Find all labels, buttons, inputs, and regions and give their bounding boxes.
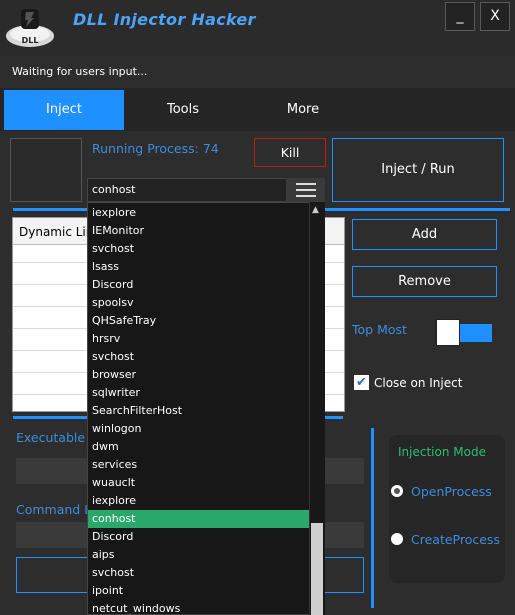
dropdown-item[interactable]: winlogon — [88, 420, 309, 438]
dropdown-item[interactable]: Discord — [88, 276, 309, 294]
dropdown-item[interactable]: dwm — [88, 438, 309, 456]
dropdown-item[interactable]: QHSafeTray — [88, 312, 309, 330]
open-process-label[interactable]: OpenProcess — [411, 484, 492, 499]
dropdown-item[interactable]: wuauclt — [88, 474, 309, 492]
dropdown-item[interactable]: aips — [88, 546, 309, 564]
process-select-value: conhost — [92, 183, 136, 196]
kill-button[interactable]: Kill — [254, 138, 326, 167]
svg-text:DLL: DLL — [22, 36, 39, 45]
injection-mode-title: Injection Mode — [398, 445, 486, 459]
dropdown-item[interactable]: spoolsv — [88, 294, 309, 312]
menu-icon-bar — [296, 195, 316, 197]
dropdown-item[interactable]: sqlwriter — [88, 384, 309, 402]
dropdown-item[interactable]: ipoint — [88, 582, 309, 600]
create-process-radio[interactable] — [391, 533, 403, 545]
menu-icon-bar — [296, 183, 316, 185]
dropdown-item[interactable]: svchost — [88, 564, 309, 582]
dropdown-item[interactable]: netcut_windows — [88, 600, 309, 614]
remove-button[interactable]: Remove — [352, 266, 497, 297]
tab-tools[interactable]: Tools — [123, 90, 243, 130]
dll-logo-icon: DLL — [4, 5, 56, 49]
dropdown-item[interactable]: SearchFilterHost — [88, 402, 309, 420]
top-most-label: Top Most — [352, 322, 407, 337]
inject-run-button[interactable]: Inject / Run — [332, 138, 504, 202]
dropdown-item[interactable]: browser — [88, 366, 309, 384]
running-process-count: Running Process: 74 — [92, 141, 219, 156]
command-line-label: Command L — [16, 502, 92, 517]
top-most-toggle[interactable] — [460, 324, 492, 342]
dropdown-item[interactable]: svchost — [88, 348, 309, 366]
grid-header-dynamic-link: Dynamic Lin — [19, 225, 94, 239]
dropdown-item[interactable]: Discord — [88, 528, 309, 546]
tab-inject[interactable]: Inject — [4, 90, 124, 130]
radio-selected-dot — [394, 488, 400, 494]
toggle-knob[interactable] — [436, 319, 460, 346]
dropdown-item[interactable]: lsass — [88, 258, 309, 276]
dropdown-item[interactable]: services — [88, 456, 309, 474]
tab-more[interactable]: More — [243, 90, 363, 130]
dropdown-item[interactable]: iexplore — [88, 204, 309, 222]
scrollbar-thumb[interactable] — [311, 523, 323, 615]
create-process-label[interactable]: CreateProcess — [411, 532, 500, 547]
executable-label: Executable — [16, 430, 86, 445]
dropdown-item[interactable]: hrsrv — [88, 330, 309, 348]
close-on-inject-label: Close on Inject — [374, 376, 463, 390]
minimize-button[interactable]: _ — [445, 2, 475, 31]
dropdown-item[interactable]: svchost — [88, 240, 309, 258]
dropdown-item[interactable]: iexplore — [88, 492, 309, 510]
status-text: Waiting for users input... — [12, 65, 148, 78]
process-icon-preview — [10, 138, 82, 202]
vertical-divider — [371, 428, 374, 608]
process-dropdown-list[interactable]: iexplore IEMonitor svchost lsass Discord spoo… — [87, 202, 325, 615]
close-on-inject-checkbox[interactable]: ✔ — [354, 375, 369, 390]
menu-icon-bar — [296, 189, 316, 191]
app-title: DLL Injector Hacker — [73, 10, 256, 29]
dropdown-item[interactable]: IEMonitor — [88, 222, 309, 240]
dropdown-item[interactable]: conhost — [88, 510, 309, 528]
close-button[interactable]: X — [480, 2, 510, 31]
add-button[interactable]: Add — [352, 219, 497, 250]
scroll-up-arrow-icon[interactable]: ▲ — [312, 205, 319, 215]
